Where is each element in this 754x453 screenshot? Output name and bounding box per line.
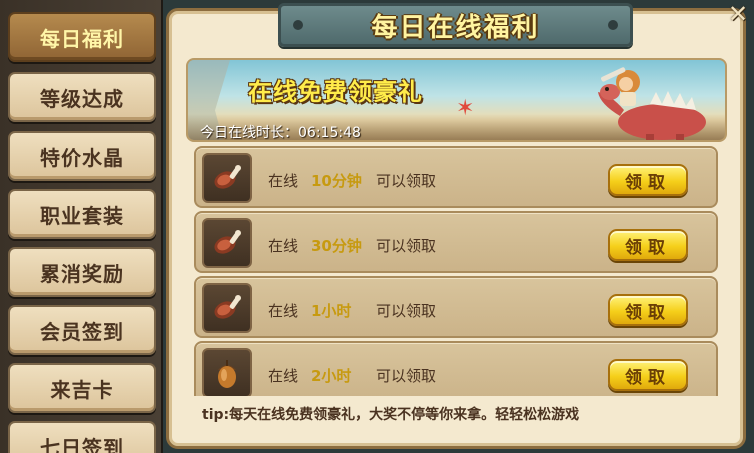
sidebar-menu: 每日福利 等级达成 特价水晶 职业套装 累消奖励 会员签到 来吉卡 七日签到 (0, 0, 163, 453)
reward-row: 在线 2小时 可以领取 领取 (194, 341, 718, 396)
reward-prefix: 在线 (268, 172, 299, 190)
claim-button-label: 领取 (625, 302, 671, 323)
claim-button-label: 领取 (625, 172, 671, 193)
sidebar-item-vip-checkin[interactable]: 会员签到 (8, 305, 156, 355)
close-icon: ✕ (727, 0, 749, 28)
dino-rider-illustration (598, 67, 706, 140)
tip-text: tip:每天在线免费领豪礼，大奖不停等你来拿。轻轻松松游戏 (202, 407, 580, 423)
claim-button[interactable]: 领取 (608, 294, 688, 326)
banner: 在线免费领豪礼 ✶ 今日在线时长：06:15:48 (186, 58, 727, 142)
reward-duration: 1小时 (311, 302, 352, 320)
reward-prefix: 在线 (268, 237, 299, 255)
reward-duration: 30分钟 (311, 237, 362, 255)
sidebar-item-lucky-card[interactable]: 来吉卡 (8, 363, 156, 413)
reward-status: 可以领取 (376, 172, 437, 190)
reward-prefix: 在线 (268, 367, 299, 385)
reward-status: 可以领取 (376, 367, 437, 385)
sidebar-item-label: 累消奖励 (40, 261, 124, 286)
reward-status: 可以领取 (376, 237, 437, 255)
reward-status: 可以领取 (376, 302, 437, 320)
reward-prefix: 在线 (268, 302, 299, 320)
banner-headline: 在线免费领豪礼 (248, 78, 423, 106)
reward-item-slot[interactable] (202, 348, 252, 396)
close-button[interactable]: ✕ (722, 0, 754, 28)
claim-button-label: 领取 (625, 237, 671, 258)
reward-row: 在线 30分钟 可以领取 领取 (194, 211, 718, 273)
sidebar-item-level-reached[interactable]: 等级达成 (8, 72, 156, 122)
reward-row: 在线 1小时 可以领取 领取 (194, 276, 718, 338)
sidebar-item-label: 职业套装 (40, 203, 124, 228)
sidebar-item-seven-day-checkin[interactable]: 七日签到 (8, 421, 156, 453)
online-duration-value: 06:15:48 (298, 125, 361, 141)
meat-icon (214, 230, 241, 254)
sidebar-item-label: 每日福利 (40, 26, 124, 51)
starfish-icon: ✶ (456, 96, 475, 121)
claim-button[interactable]: 领取 (608, 229, 688, 261)
reward-list[interactable]: 在线 10分钟 可以领取 领取 在线 30分钟 可以领取 领取 在线 1小时 可… (186, 144, 727, 396)
sidebar-item-class-outfit[interactable]: 职业套装 (8, 189, 156, 239)
reward-item-slot[interactable] (202, 283, 252, 333)
claim-button-label: 领取 (625, 367, 671, 388)
title-plate: 每日在线福利 (278, 3, 633, 47)
sidebar-item-label: 特价水晶 (40, 145, 124, 170)
reward-duration: 10分钟 (311, 172, 362, 190)
sidebar-item-label: 来吉卡 (50, 377, 114, 402)
sidebar-item-label: 会员签到 (40, 319, 124, 344)
sidebar-item-label: 七日签到 (40, 435, 124, 453)
sidebar-item-crystal-sale[interactable]: 特价水晶 (8, 131, 156, 181)
online-duration: 今日在线时长：06:15:48 (200, 122, 361, 141)
online-duration-label: 今日在线时长： (200, 125, 298, 141)
reward-item-slot[interactable] (202, 218, 252, 268)
reward-item-slot[interactable] (202, 153, 252, 203)
page-title: 每日在线福利 (371, 12, 540, 43)
acorn-icon (218, 360, 236, 388)
meat-icon (214, 295, 241, 319)
sidebar-item-daily-welfare[interactable]: 每日福利 (8, 12, 156, 62)
sidebar-item-spending-reward[interactable]: 累消奖励 (8, 247, 156, 297)
meat-icon (214, 165, 241, 189)
reward-duration: 2小时 (311, 367, 352, 385)
claim-button[interactable]: 领取 (608, 359, 688, 391)
claim-button[interactable]: 领取 (608, 164, 688, 196)
sidebar-item-label: 等级达成 (40, 86, 124, 111)
reward-row: 在线 10分钟 可以领取 领取 (194, 146, 718, 208)
